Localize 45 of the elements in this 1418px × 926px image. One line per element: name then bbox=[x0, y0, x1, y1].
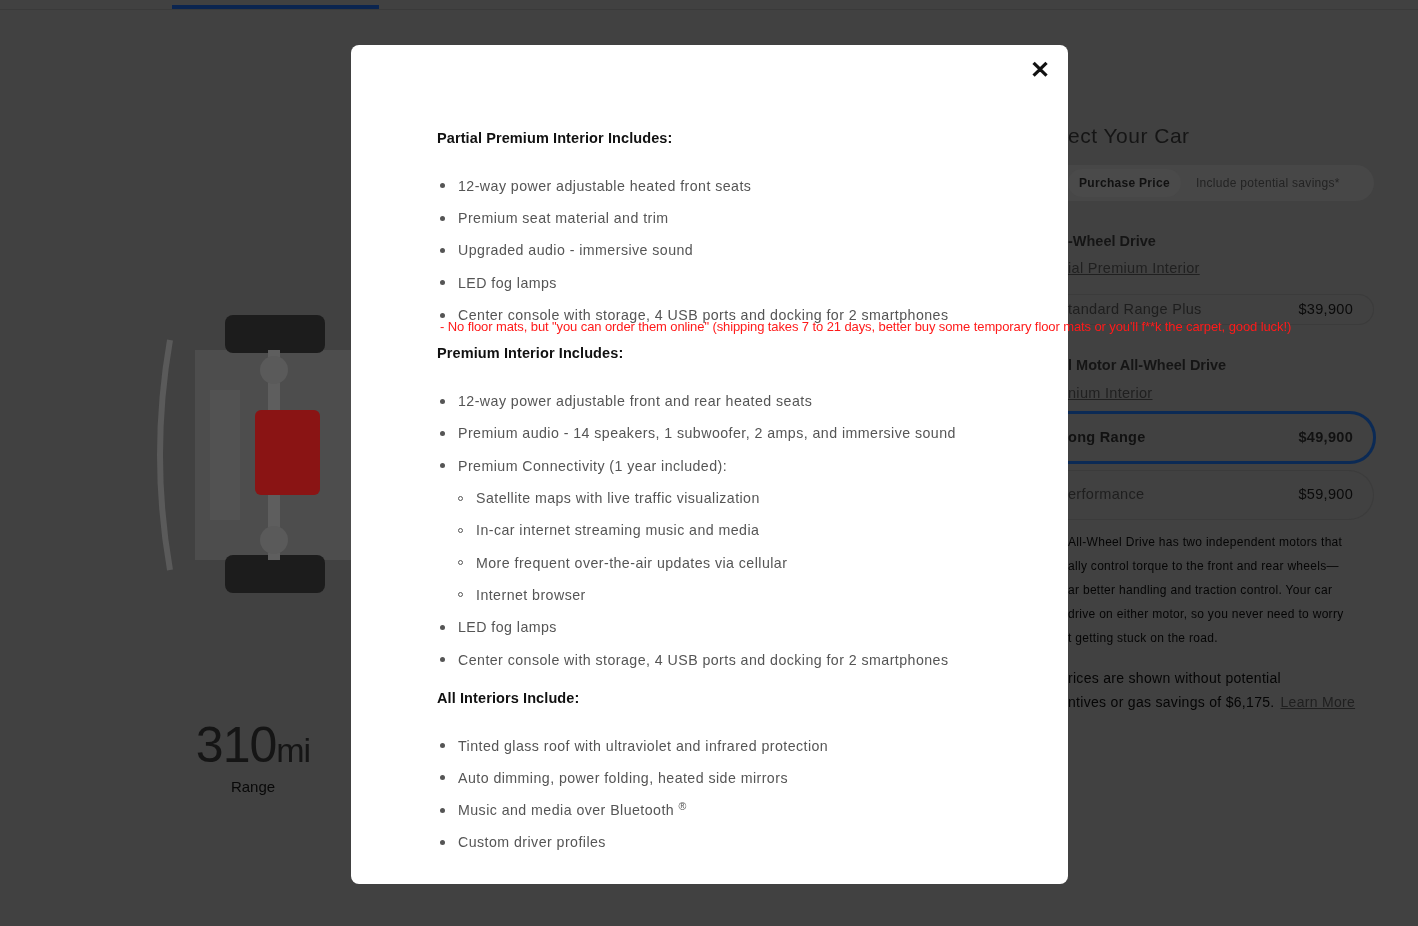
bullet-icon bbox=[440, 430, 445, 436]
description-line: All-Wheel Drive has two independent motors that bbox=[1068, 534, 1344, 551]
bullet-icon bbox=[440, 280, 445, 286]
trim-price: $39,900 bbox=[1298, 299, 1353, 319]
range-label: Range bbox=[229, 777, 277, 797]
list-item-text: LED fog lamps bbox=[458, 274, 557, 291]
list-item-text: Satellite maps with live traffic visualization bbox=[476, 490, 760, 506]
note-line: ntives or gas savings of $6,175. bbox=[1068, 694, 1275, 710]
note-line: rices are shown without potential bbox=[1068, 670, 1281, 686]
list-item-text: Auto dimming, power folding, heated side mirrors bbox=[458, 769, 788, 786]
list-item-text: Internet browser bbox=[476, 586, 586, 603]
bullet-icon bbox=[440, 807, 445, 813]
section-heading: Partial Premium Interior Includes: bbox=[437, 129, 674, 148]
bullet-icon bbox=[440, 398, 445, 404]
list-item-text: Custom driver profiles bbox=[458, 834, 606, 851]
list-item-text: Music and media over Bluetooth $^{®}$ bbox=[458, 802, 687, 819]
bullet-icon bbox=[440, 743, 445, 749]
bullet-icon bbox=[440, 183, 445, 189]
list-item-text: Tinted glass roof with ultraviolet and infrared protection bbox=[458, 737, 829, 754]
list-item-text: More frequent over-the-air updates via cellular bbox=[476, 554, 788, 571]
list-item-text: Premium Connectivity (1 year included): bbox=[458, 457, 728, 474]
list-item-text: 12-way power adjustable front and rear heated seats bbox=[458, 393, 813, 410]
list-item-text: Upgraded audio - immersive sound bbox=[458, 242, 694, 259]
description-line: t getting stuck on the road. bbox=[1068, 630, 1219, 647]
list-item-text: 12-way power adjustable heated front seats bbox=[458, 177, 752, 194]
bullet-icon bbox=[440, 624, 445, 630]
bullet-icon bbox=[440, 215, 445, 221]
list-item-text: Premium seat material and trim bbox=[458, 210, 669, 227]
description-line: ar better handling and traction control. Your car bbox=[1068, 582, 1334, 599]
bullet-icon bbox=[440, 657, 445, 662]
description-line: drive on either motor, so you never need to worry bbox=[1068, 606, 1345, 623]
list-item-text: LED fog lamps bbox=[458, 619, 557, 636]
trim-price: $59,900 bbox=[1298, 485, 1353, 505]
close-button[interactable]: ✕ bbox=[1022, 55, 1058, 85]
list-item-text: Premium audio - 14 speakers, 1 subwoofer, 2 amps, and immersive sound bbox=[458, 425, 956, 442]
section-heading: All Interiors Include: bbox=[437, 688, 581, 708]
bullet-icon bbox=[440, 463, 445, 469]
list-item-text: In-car internet streaming music and media bbox=[476, 522, 760, 539]
description-line: ally control torque to the front and rear wheels— bbox=[1068, 558, 1340, 575]
section-heading: Premium Interior Includes: bbox=[437, 344, 625, 364]
bullet-icon bbox=[440, 775, 445, 781]
list-item-text: Center console with storage, 4 USB ports and docking for 2 smartphones bbox=[458, 651, 949, 668]
bullet-icon bbox=[440, 312, 445, 318]
bullet-icon bbox=[440, 248, 445, 253]
bullet-icon bbox=[440, 839, 445, 845]
